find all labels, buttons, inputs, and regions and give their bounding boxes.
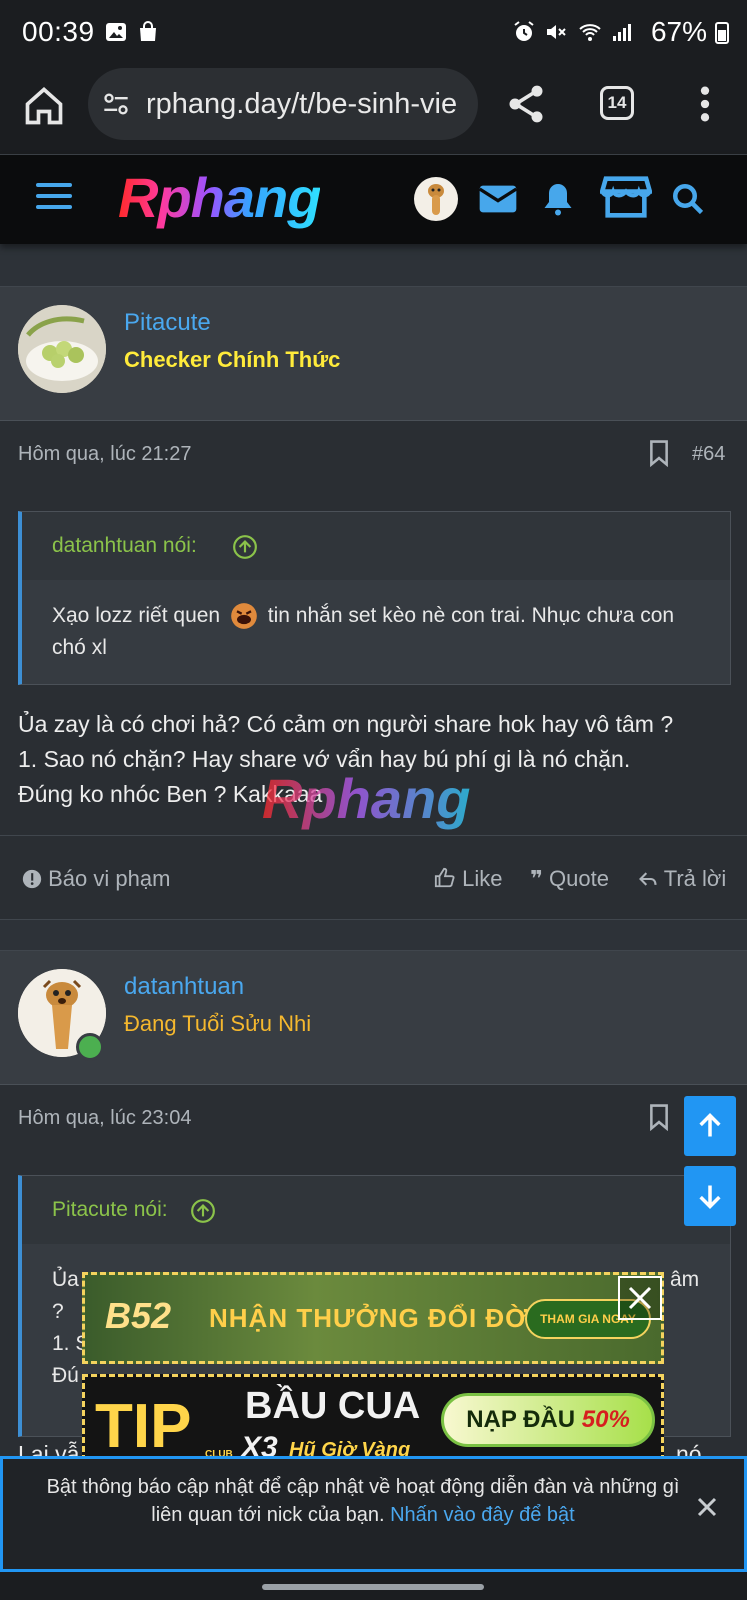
ad-close-button[interactable] [618,1276,662,1320]
post-date[interactable]: Hôm qua, lúc 23:04 [18,1107,191,1130]
quote-text: Xạo lozz riết quen [52,604,221,627]
quote-line-tail: âm [670,1268,700,1291]
scroll-top-button[interactable] [684,1096,736,1156]
menu-icon[interactable] [36,183,72,213]
site-logo[interactable]: Rphang [118,165,321,230]
battery-icon [715,22,729,44]
reply-button[interactable]: Trả lời [638,866,726,892]
post-user-info: Pitacute Checker Chính Thức [0,287,747,421]
bell-icon[interactable] [538,181,578,217]
system-nav-bar [0,1572,747,1600]
quote-author[interactable]: Pitacute nói: [52,1198,168,1222]
quote-block: datanhtuan nói: Xạo lozz riết quen tin n… [18,511,731,685]
user-title: Đang Tuổi Sửu Nhi [124,1011,312,1036]
quote-mark-icon: ❞ [530,866,543,891]
notification-message: Bật thông báo cập nhật để cập nhật về ho… [46,1476,680,1526]
mute-icon [547,25,566,39]
tab-switcher-button[interactable]: 14 [600,86,634,120]
reply-label: Trả lời [663,866,727,891]
home-gesture-bar[interactable] [262,1584,484,1590]
share-icon[interactable] [504,82,548,126]
quote-body: Xạo lozz riết quen tin nhắn set kèo nè c… [22,580,730,684]
quote-label: Quote [549,866,609,891]
site-settings-icon[interactable] [102,90,130,118]
angry-emoji-icon [231,603,257,630]
jump-to-quote-icon[interactable] [190,1198,216,1224]
jump-to-quote-icon[interactable] [232,534,258,560]
quote-header: datanhtuan nói: [22,512,730,580]
report-label: Báo vi phạm [48,866,171,891]
online-status-icon [76,1033,104,1061]
ad-brand: B52 [105,1295,172,1336]
ad-brand: TIP [95,1392,192,1461]
post-date[interactable]: Hôm qua, lúc 21:27 [18,443,191,466]
post-number[interactable]: #64 [692,443,725,466]
post-meta: Hôm qua, lúc 21:27 #64 [0,421,747,491]
shopping-bag-icon [140,21,156,41]
alarm-icon [514,21,534,41]
alert-icon [22,869,42,889]
post-user-info: datanhtuan Đang Tuổi Sửu Nhi [0,951,747,1085]
store-icon[interactable] [600,175,652,219]
post-line: Ủa zay là có chơi hả? Có cảm ơn người sh… [18,711,674,737]
username[interactable]: Pitacute [124,309,211,337]
enable-notifications-link[interactable]: Nhấn vào đây để bật [390,1504,575,1526]
user-title: Checker Chính Thức [124,347,341,372]
post-meta: Hôm qua, lúc 23:04 [0,1085,747,1155]
more-menu-icon[interactable] [690,84,720,124]
notification-text: Bật thông báo cập nhật để cập nhật về ho… [33,1473,693,1529]
battery-percent: 67% [650,16,707,47]
ad-headline: NHẬN THƯỞNG ĐỔI ĐỜI [209,1303,537,1333]
gallery-icon [106,23,126,41]
status-bar: 00:39 67% [0,0,747,66]
user-avatar[interactable] [414,177,458,221]
bookmark-icon[interactable] [648,439,670,467]
ad-title: BẦU CUA [245,1385,421,1427]
inbox-icon[interactable] [478,181,518,217]
quote-author[interactable]: datanhtuan nói: [52,534,197,558]
ad-banner[interactable]: B52 NHẬN THƯỞNG ĐỔI ĐỜI THAM GIA NGAY [82,1272,664,1364]
arrow-down-icon [699,1185,721,1209]
push-notification-banner: Bật thông báo cập nhật để cập nhật về ho… [0,1456,747,1572]
close-icon[interactable] [695,1495,719,1519]
user-avatar[interactable] [18,305,106,393]
username[interactable]: datanhtuan [124,973,244,1001]
post-actions: Báo vi phạm Like ❞ Quote Trả lời [0,835,747,919]
quote-header: Pitacute nói: [22,1176,730,1244]
search-icon[interactable] [668,181,708,217]
ad-promo-label: NẠP ĐẦU [466,1406,576,1433]
wifi-icon [579,24,601,41]
ad-promo-button[interactable]: NẠP ĐẦU 50% [441,1393,655,1447]
like-button[interactable]: Like [434,866,502,892]
home-icon[interactable] [22,84,66,128]
site-watermark: Rphang [262,767,471,830]
thumbs-up-icon [434,867,455,888]
ad-promo-percent: 50% [581,1406,630,1433]
signal-icon [613,24,631,41]
reply-icon [639,872,657,886]
report-button[interactable]: Báo vi phạm [22,866,170,892]
scroll-bottom-button[interactable] [684,1166,736,1226]
like-label: Like [462,866,503,891]
arrow-up-icon [699,1113,721,1137]
bookmark-icon[interactable] [648,1103,670,1131]
status-time: 00:39 [22,16,95,47]
site-header: Rphang [0,154,747,244]
close-icon [628,1286,652,1310]
quote-button[interactable]: ❞ Quote [530,866,609,892]
url-text: rphang.day/t/be-sinh-vie [146,88,458,120]
address-bar[interactable]: rphang.day/t/be-sinh-vie [88,68,478,140]
browser-toolbar: rphang.day/t/be-sinh-vie 14 [0,66,747,154]
